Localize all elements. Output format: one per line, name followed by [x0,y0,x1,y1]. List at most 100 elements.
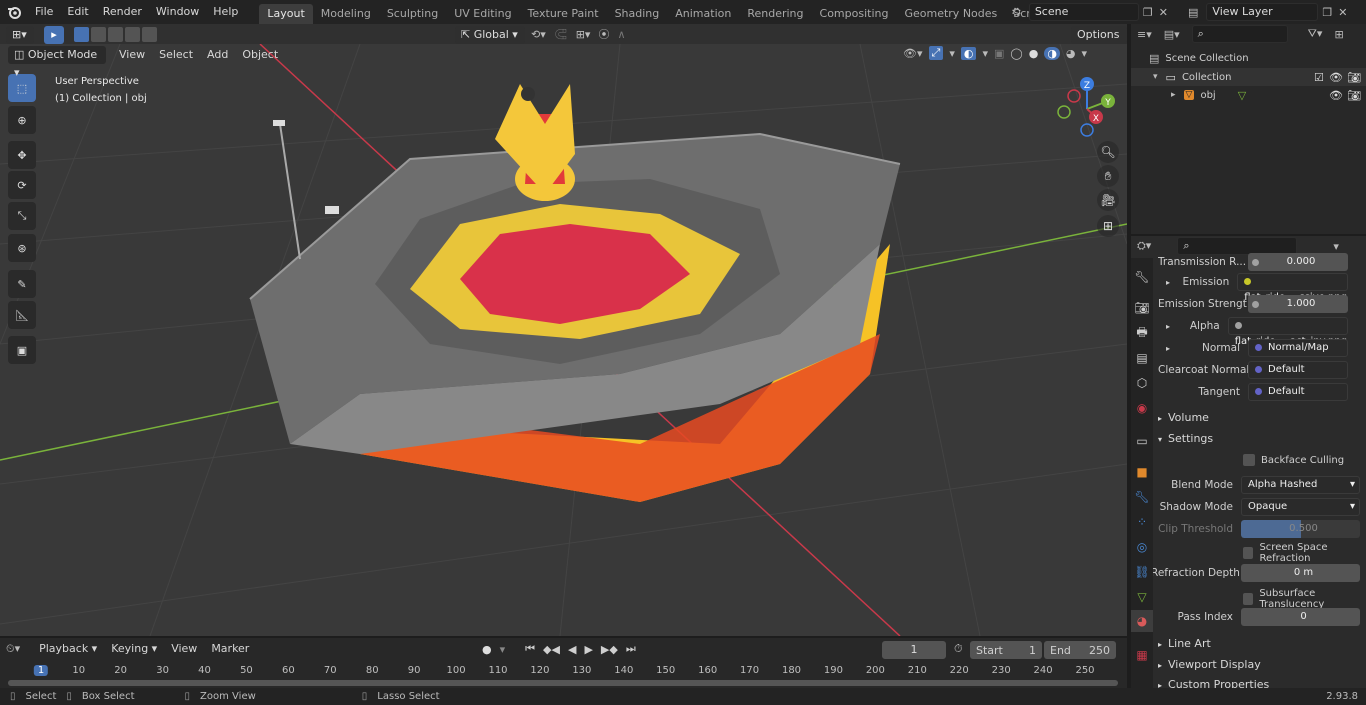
record-icon[interactable]: ● [482,643,492,656]
jump-end-icon[interactable]: ⏭ [626,642,636,656]
ride-model[interactable] [249,84,901,502]
select-intersect-icon[interactable] [142,27,157,42]
viewport-menu-select[interactable]: Select [152,43,200,67]
visibility-icon[interactable]: 👁︎▾ [903,47,923,60]
modifiers-tab-icon[interactable]: 🔧︎ [1131,486,1153,508]
subsurface-box[interactable] [1243,593,1254,605]
texture-tab-icon[interactable]: ▦ [1131,644,1153,666]
custom-properties-panel-header[interactable]: ▸ Custom Properties [1158,675,1366,688]
emission-strength-field[interactable]: 1.000 [1248,295,1348,313]
ssr-box[interactable] [1243,547,1254,559]
expand-obj-icon[interactable]: ▸ [1171,90,1176,100]
constraints-tab-icon[interactable]: ⛓︎ [1131,561,1153,583]
outliner-row-scene-collection[interactable]: ▤ Scene Collection [1149,50,1249,66]
alpha-expand-icon[interactable]: ▸ [1166,322,1170,331]
ssr-checkbox[interactable]: Screen Space Refraction [1243,542,1366,564]
3d-viewport[interactable]: User Perspective (1) Collection | obj ⬚ … [0,44,1127,636]
play-reverse-icon[interactable]: ◀ [568,643,576,656]
volume-panel-header[interactable]: ▸ Volume [1158,408,1366,428]
select-invert-icon[interactable] [125,27,140,42]
collection-render-icon[interactable]: 📷︎ [1347,71,1361,84]
xray-icon[interactable]: ▣ [994,47,1004,60]
object-tab-icon[interactable]: ■ [1131,461,1153,483]
tab-sculpting[interactable]: Sculpting [379,4,446,24]
collection-visibility-icon[interactable]: 👁︎ [1329,71,1343,84]
overlay-dropdown-icon[interactable]: ▾ [982,47,988,60]
object-data-tab-icon[interactable]: ▽ [1131,586,1153,608]
outliner-row-obj[interactable]: ▸ ▽ obj ▽ 👁︎ 📷︎ [1131,86,1366,104]
tab-compositing[interactable]: Compositing [812,4,897,24]
viewport-display-panel-header[interactable]: ▸ Viewport Display [1158,655,1366,675]
scene-name-field[interactable]: Scene [1028,3,1139,21]
tab-geometry-nodes[interactable]: Geometry Nodes [896,4,1005,24]
cursor-tool[interactable]: ⊕ [8,106,36,134]
wireframe-shading-icon[interactable]: ◯ [1010,47,1022,60]
render-tab-icon[interactable]: 📷︎ [1131,297,1153,319]
measure-tool[interactable]: 📐︎ [8,301,36,329]
select-extend-icon[interactable] [91,27,106,42]
output-tab-icon[interactable]: 🖶︎ [1131,322,1153,344]
editor-type-button[interactable]: ⊞▾ [6,25,34,44]
obj-visibility-icon[interactable]: 👁︎ [1329,89,1343,102]
scale-tool[interactable]: ⤡ [8,202,36,230]
scene-tab-icon[interactable]: ⬡ [1131,372,1153,394]
close-layer-icon[interactable]: ✕ [1338,6,1347,19]
expand-collection-icon[interactable]: ▾ [1153,72,1158,82]
keying-dropdown-icon[interactable]: ▾ [500,643,506,656]
backface-culling-box[interactable] [1243,454,1255,466]
select-box-tool[interactable]: ⬚ [8,74,36,102]
alpha-field[interactable]: flat_ride_...act_inv.png [1227,317,1348,347]
close-scene-icon[interactable]: ✕ [1159,6,1168,19]
view-layer-field[interactable]: View Layer [1206,3,1319,21]
camera-object[interactable] [325,206,339,214]
viewport-menu-object[interactable]: Object [235,43,285,67]
menu-edit[interactable]: Edit [60,0,95,24]
tool-tab-icon[interactable]: 🔧︎ [1131,266,1153,288]
new-collection-icon[interactable]: ⊞ [1334,28,1343,41]
viewport-menu-add[interactable]: Add [200,43,235,67]
obj-render-icon[interactable]: 📷︎ [1347,89,1361,102]
normal-expand-icon[interactable]: ▸ [1166,344,1170,353]
settings-panel-header[interactable]: ▾ Settings [1158,429,1366,449]
camera-view-icon[interactable]: 🎥︎ [1097,189,1119,211]
tab-uv-editing[interactable]: UV Editing [446,4,519,24]
timeline-scroll-thumb[interactable] [8,680,1118,686]
properties-options-icon[interactable]: ▾ [1333,240,1339,253]
pivot-icon[interactable]: ⟲▾ [531,28,546,41]
select-tool-icon[interactable]: ▸ [44,25,64,44]
collection-checkbox[interactable]: ☑ [1314,71,1324,84]
clip-threshold-slider[interactable]: 0.500 [1241,520,1360,538]
clearcoat-normal-field[interactable]: Default [1248,361,1348,379]
view-layer-tab-icon[interactable]: ▤ [1131,347,1153,369]
current-frame-field[interactable]: 1 [882,641,946,659]
proportional-edit-icon[interactable]: ⦿ [598,26,609,42]
select-subtract-icon[interactable] [108,27,123,42]
frame-ruler[interactable]: 1 10 20 30 40 50 60 70 80 90 100 110 120 130 140 150 160… [0,662,1127,680]
select-new-icon[interactable] [74,27,89,42]
copy-scene-icon[interactable]: ❐ [1143,6,1153,19]
transmission-field[interactable]: 0.000 [1248,253,1348,271]
particles-tab-icon[interactable]: ⁘ [1131,511,1153,533]
timeline-editor-icon[interactable]: ⏲▾ [6,642,20,656]
display-mode-icon[interactable]: ▤▾ [1164,28,1180,41]
outliner-editor-icon[interactable]: ≡▾ [1137,28,1152,41]
next-keyframe-icon[interactable]: ▶◆ [601,643,618,656]
scene-selector[interactable]: ⛭ Scene ❐ ✕ [1012,3,1168,21]
falloff-icon[interactable]: ∧ [617,28,625,41]
viewport-menu-view[interactable]: View [112,43,152,67]
transform-tool[interactable]: ⊛ [8,234,36,262]
shading-dropdown-icon[interactable]: ▾ [1082,47,1088,60]
snap-target-icon[interactable]: ⊞▾ [576,28,591,41]
start-frame-field[interactable]: Start 1 [970,641,1042,659]
menu-help[interactable]: Help [206,0,245,24]
play-icon[interactable]: ▶ [584,643,592,656]
tab-rendering[interactable]: Rendering [739,4,811,24]
move-tool[interactable]: ✥ [8,141,36,169]
filter-icon[interactable]: ⛛▾ [1308,27,1323,41]
timeline-menu-keying[interactable]: Keying ▾ [104,637,164,661]
tab-texture-paint[interactable]: Texture Paint [520,4,607,24]
world-tab-icon[interactable]: ◉ [1131,397,1153,419]
copy-layer-icon[interactable]: ❐ [1322,6,1332,19]
properties-editor-icon[interactable]: ⛭▾ [1137,239,1151,253]
pass-index-field[interactable]: 0 [1241,608,1360,626]
